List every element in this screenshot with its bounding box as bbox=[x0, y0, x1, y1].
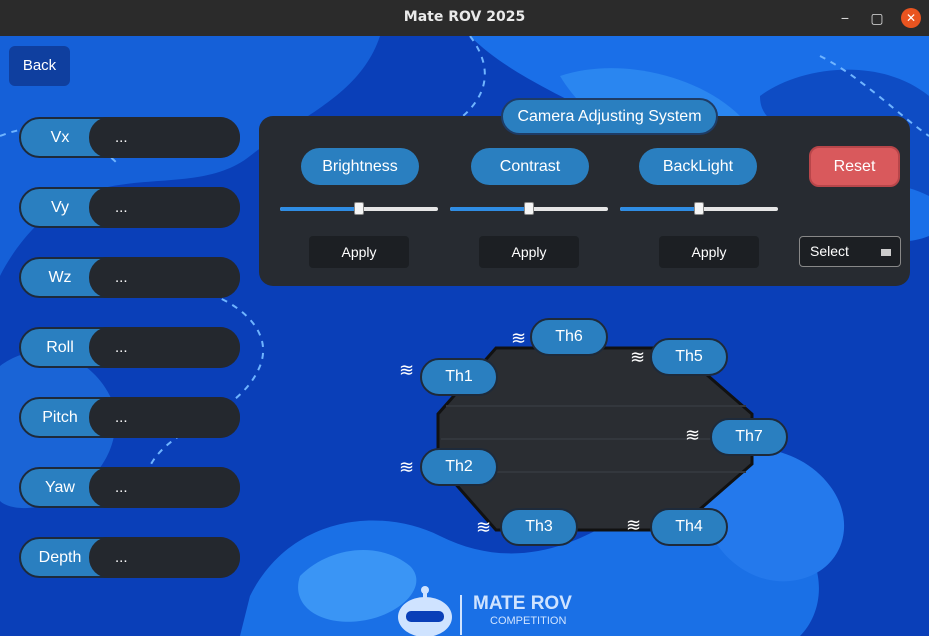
slider-fill bbox=[280, 207, 359, 211]
thruster-label: Th3 bbox=[500, 508, 578, 546]
slider-fill bbox=[450, 207, 529, 211]
backlight-button[interactable]: BackLight bbox=[639, 148, 757, 185]
telemetry-value: ... bbox=[89, 187, 240, 228]
thruster-th7[interactable]: Th7 bbox=[710, 418, 788, 456]
thruster-th5[interactable]: Th5 bbox=[650, 338, 728, 376]
brightness-slider[interactable] bbox=[280, 202, 438, 215]
robot-mascot-icon bbox=[398, 586, 452, 636]
thruster-label: Th4 bbox=[650, 508, 728, 546]
camera-select[interactable]: Select bbox=[799, 236, 901, 267]
logo-divider bbox=[460, 595, 462, 635]
contrast-button[interactable]: Contrast bbox=[471, 148, 589, 185]
telemetry-value: ... bbox=[89, 257, 240, 298]
slider-handle[interactable] bbox=[694, 202, 704, 215]
brightness-apply-button[interactable]: Apply bbox=[309, 236, 409, 268]
telemetry-wz: Wz ... bbox=[19, 257, 240, 298]
backlight-slider[interactable] bbox=[620, 202, 778, 215]
thruster-label: Th7 bbox=[710, 418, 788, 456]
maximize-icon[interactable]: ▢ bbox=[867, 8, 887, 28]
camera-select-value: Select bbox=[810, 243, 849, 259]
thruster-label: Th6 bbox=[530, 318, 608, 356]
reset-button[interactable]: Reset bbox=[809, 146, 900, 187]
fan-icon: ≋ bbox=[626, 515, 642, 535]
back-button[interactable]: Back bbox=[9, 46, 70, 86]
telemetry-pitch: Pitch ... bbox=[19, 397, 240, 438]
slider-handle[interactable] bbox=[524, 202, 534, 215]
thruster-th3[interactable]: Th3 bbox=[500, 508, 578, 546]
thruster-label: Th5 bbox=[650, 338, 728, 376]
fan-icon: ≋ bbox=[511, 328, 527, 348]
close-icon[interactable]: ✕ bbox=[901, 8, 921, 28]
contrast-slider[interactable] bbox=[450, 202, 608, 215]
telemetry-value: ... bbox=[89, 537, 240, 578]
brightness-button[interactable]: Brightness bbox=[301, 148, 419, 185]
thruster-th6[interactable]: Th6 bbox=[530, 318, 608, 356]
telemetry-value: ... bbox=[89, 467, 240, 508]
window-title: Mate ROV 2025 bbox=[403, 9, 526, 25]
telemetry-yaw: Yaw ... bbox=[19, 467, 240, 508]
thruster-label: Th2 bbox=[420, 448, 498, 486]
telemetry-value: ... bbox=[89, 397, 240, 438]
thruster-th1[interactable]: Th1 bbox=[420, 358, 498, 396]
telemetry-value: ... bbox=[89, 327, 240, 368]
slider-fill bbox=[620, 207, 699, 211]
camera-panel-title: Camera Adjusting System bbox=[501, 98, 718, 135]
logo-title: MATE ROV bbox=[473, 593, 572, 614]
fan-icon: ≋ bbox=[399, 457, 415, 477]
logo-subtitle: COMPETITION bbox=[490, 615, 567, 627]
telemetry-depth: Depth ... bbox=[19, 537, 240, 578]
minimize-icon[interactable]: − bbox=[835, 8, 855, 28]
telemetry-value: ... bbox=[89, 117, 240, 158]
thruster-th2[interactable]: Th2 bbox=[420, 448, 498, 486]
backlight-apply-button[interactable]: Apply bbox=[659, 236, 759, 268]
contrast-apply-button[interactable]: Apply bbox=[479, 236, 579, 268]
telemetry-vy: Vy ... bbox=[19, 187, 240, 228]
mate-rov-logo: MATE ROV COMPETITION bbox=[395, 585, 595, 636]
fan-icon: ≋ bbox=[630, 347, 646, 367]
thruster-label: Th1 bbox=[420, 358, 498, 396]
fan-icon: ≋ bbox=[399, 360, 415, 380]
thruster-th4[interactable]: Th4 bbox=[650, 508, 728, 546]
telemetry-roll: Roll ... bbox=[19, 327, 240, 368]
slider-handle[interactable] bbox=[354, 202, 364, 215]
title-bar: Mate ROV 2025 − ▢ ✕ bbox=[0, 0, 929, 36]
telemetry-vx: Vx ... bbox=[19, 117, 240, 158]
fan-icon: ≋ bbox=[476, 517, 492, 537]
dropdown-arrow-icon bbox=[881, 249, 891, 256]
fan-icon: ≋ bbox=[685, 425, 701, 445]
